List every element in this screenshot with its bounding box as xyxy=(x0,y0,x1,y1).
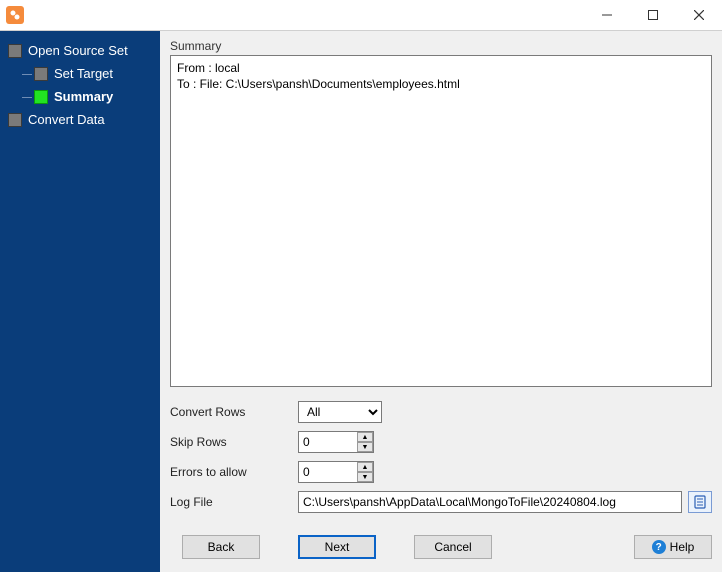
app-icon xyxy=(6,6,24,24)
step-summary[interactable]: Summary xyxy=(0,85,160,108)
step-label: Summary xyxy=(54,89,113,104)
errors-allow-down-icon[interactable]: ▼ xyxy=(357,472,373,482)
back-button[interactable]: Back xyxy=(182,535,260,559)
browse-log-button[interactable] xyxy=(688,491,712,513)
log-file-input[interactable] xyxy=(298,491,682,513)
next-button[interactable]: Next xyxy=(298,535,376,559)
step-open-source-set[interactable]: Open Source Set xyxy=(0,39,160,62)
window-controls xyxy=(584,0,722,30)
cancel-button[interactable]: Cancel xyxy=(414,535,492,559)
skip-rows-label: Skip Rows xyxy=(170,435,298,449)
convert-rows-select[interactable]: All xyxy=(298,401,382,423)
step-box-icon xyxy=(8,113,22,127)
step-set-target[interactable]: Set Target xyxy=(0,62,160,85)
close-button[interactable] xyxy=(676,0,722,30)
step-label: Set Target xyxy=(54,66,113,81)
step-convert-data[interactable]: Convert Data xyxy=(0,108,160,131)
convert-rows-label: Convert Rows xyxy=(170,405,298,419)
wizard-sidebar: Open Source Set Set Target Summary Conve… xyxy=(0,31,160,572)
log-file-label: Log File xyxy=(170,495,298,509)
step-box-icon xyxy=(8,44,22,58)
summary-group-label: Summary xyxy=(170,39,712,53)
wizard-button-bar: Back Next Cancel ? Help xyxy=(170,535,712,559)
document-icon xyxy=(693,495,707,509)
main-panel: Summary From : local To : File: C:\Users… xyxy=(160,31,722,572)
skip-rows-down-icon[interactable]: ▼ xyxy=(357,442,373,452)
maximize-button[interactable] xyxy=(630,0,676,30)
help-button[interactable]: ? Help xyxy=(634,535,712,559)
help-icon: ? xyxy=(652,540,666,554)
step-box-icon xyxy=(34,67,48,81)
errors-allow-up-icon[interactable]: ▲ xyxy=(357,462,373,472)
step-box-icon xyxy=(34,90,48,104)
summary-textarea[interactable]: From : local To : File: C:\Users\pansh\D… xyxy=(170,55,712,387)
skip-rows-up-icon[interactable]: ▲ xyxy=(357,432,373,442)
step-label: Open Source Set xyxy=(28,43,128,58)
minimize-button[interactable] xyxy=(584,0,630,30)
options-form: Convert Rows All Skip Rows ▲ ▼ Errors to… xyxy=(170,401,712,521)
titlebar xyxy=(0,0,722,30)
errors-allow-label: Errors to allow xyxy=(170,465,298,479)
step-label: Convert Data xyxy=(28,112,105,127)
